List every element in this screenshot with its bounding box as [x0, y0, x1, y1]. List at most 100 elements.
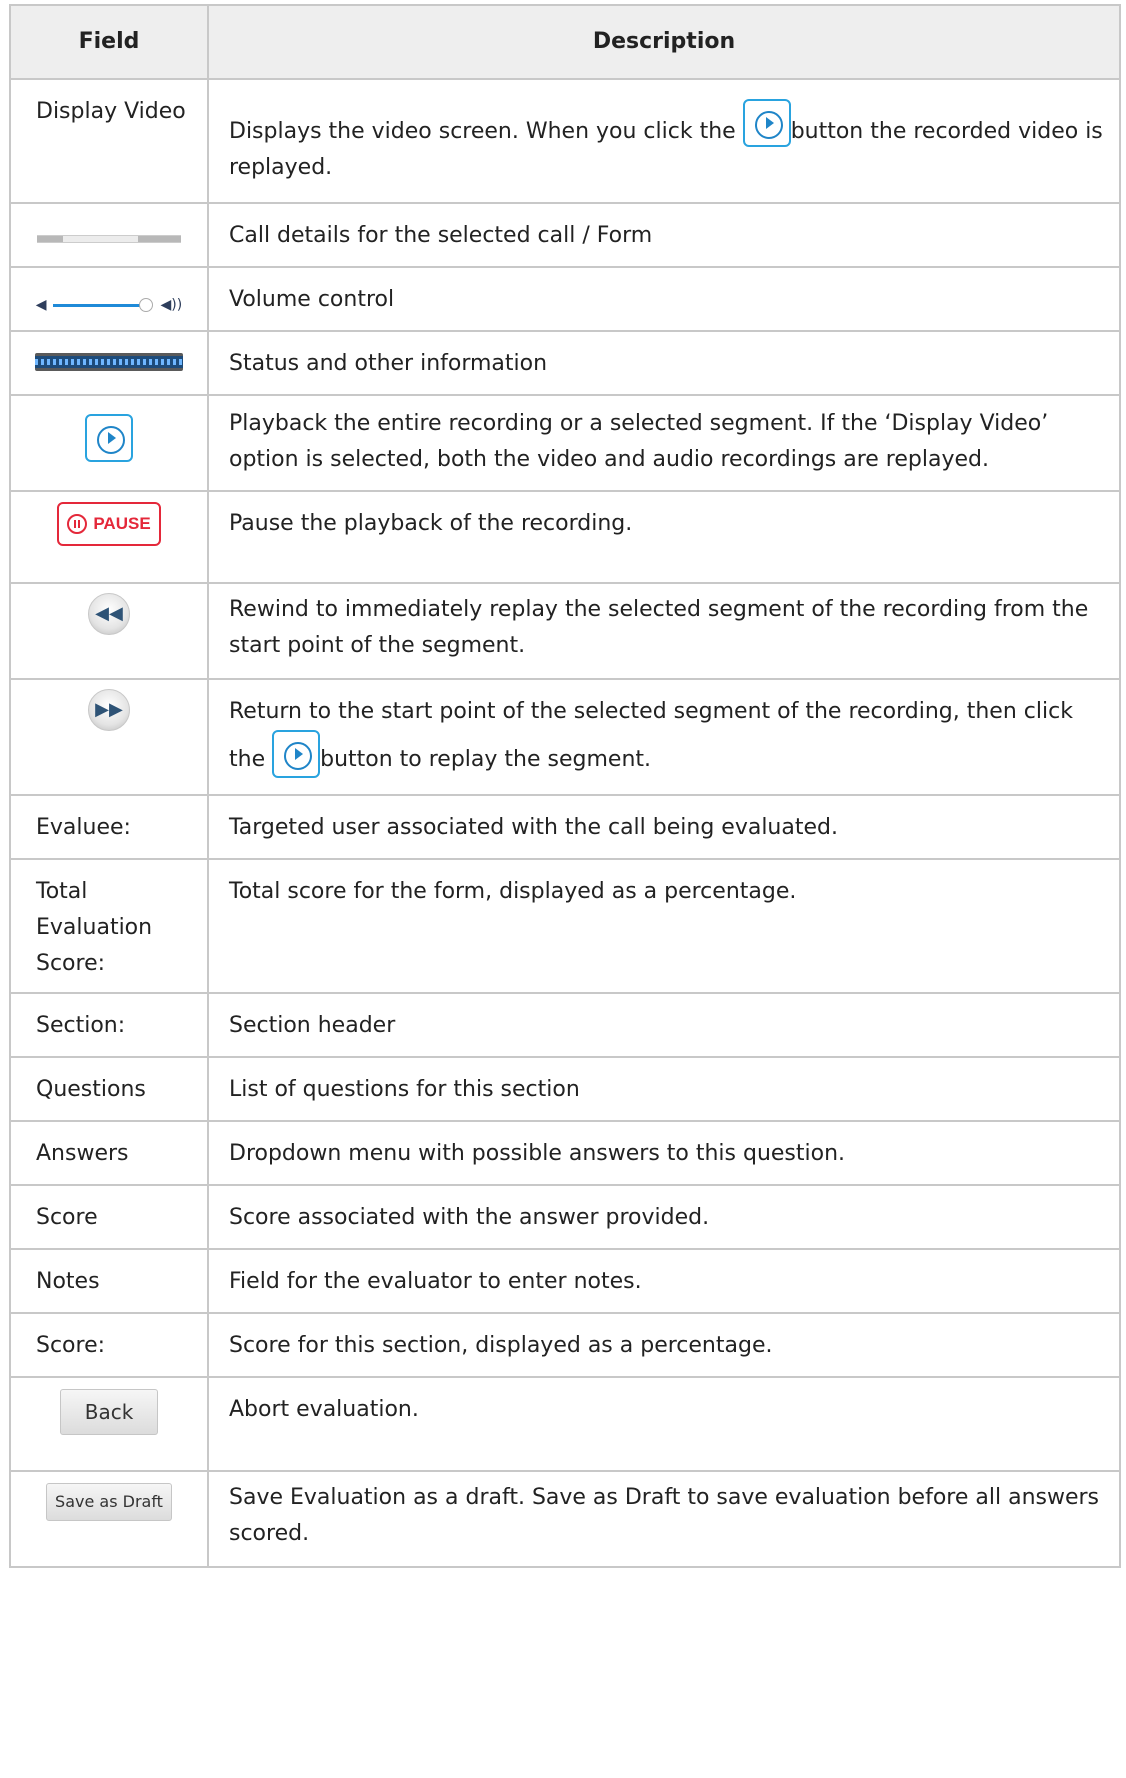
play-icon: [85, 414, 133, 462]
field-cell: Display Video: [9, 78, 209, 204]
description-text: Pause the playback of the recording.: [229, 511, 633, 536]
save-as-draft-button: Save as Draft: [46, 1483, 172, 1521]
description-cell: Status and other information: [207, 330, 1121, 396]
table-row: Notes Field for the evaluator to enter n…: [9, 1248, 1121, 1314]
table-row: ◀ ◀)) Volume control: [9, 266, 1121, 332]
column-header-field: Field: [9, 4, 209, 80]
field-label: Score:: [36, 1333, 106, 1358]
description-cell: Playback the entire recording or a selec…: [207, 394, 1121, 492]
table-row: Save as Draft Save Evaluation as a draft…: [9, 1470, 1121, 1568]
description-cell: Total score for the form, displayed as a…: [207, 858, 1121, 994]
description-text: Save Evaluation as a draft. Save as Draf…: [229, 1485, 1100, 1546]
table-row: Evaluee: Targeted user associated with t…: [9, 794, 1121, 860]
description-cell: Abort evaluation.: [207, 1376, 1121, 1472]
table-row: Status and other information: [9, 330, 1121, 396]
description-cell: Field for the evaluator to enter notes.: [207, 1248, 1121, 1314]
table-row: PAUSE Pause the playback of the recordin…: [9, 490, 1121, 584]
description-cell: Call details for the selected call / For…: [207, 202, 1121, 268]
call-details-strip: [37, 235, 181, 243]
description-cell: Volume control: [207, 266, 1121, 332]
description-cell: Displays the video screen. When you clic…: [207, 78, 1121, 204]
field-label: Total Evaluation Score:: [36, 879, 153, 976]
description-text-cont: button to replay the segment.: [320, 747, 652, 772]
table-row: Back Abort evaluation.: [9, 1376, 1121, 1472]
description-text: Playback the entire recording or a selec…: [229, 411, 1049, 472]
field-label: Score: [36, 1205, 98, 1230]
rewind-icon: ◀◀: [88, 593, 130, 635]
field-cell: ◀ ◀)): [9, 266, 209, 332]
field-cell: Evaluee:: [9, 794, 209, 860]
field-label: Answers: [36, 1141, 129, 1166]
description-cell: Pause the playback of the recording.: [207, 490, 1121, 584]
pause-icon: [67, 514, 88, 534]
pause-button-label: PAUSE: [93, 514, 151, 533]
table-row: Playback the entire recording or a selec…: [9, 394, 1121, 492]
description-text: Rewind to immediately replay the selecte…: [229, 597, 1089, 658]
description-text: Section header: [229, 1013, 396, 1038]
field-cell: Notes: [9, 1248, 209, 1314]
description-text: Dropdown menu with possible answers to t…: [229, 1141, 846, 1166]
speaker-high-icon: ◀)): [160, 297, 183, 313]
description-cell: List of questions for this section: [207, 1056, 1121, 1122]
description-text: List of questions for this section: [229, 1077, 580, 1102]
volume-slider: ◀ ◀)): [36, 287, 182, 323]
description-cell: Targeted user associated with the call b…: [207, 794, 1121, 860]
field-cell: [9, 202, 209, 268]
description-text: Call details for the selected call / For…: [229, 223, 653, 248]
field-label: Display Video: [36, 99, 186, 124]
field-cell: Answers: [9, 1120, 209, 1186]
column-header-description: Description: [207, 4, 1121, 80]
table-header-row: Field Description: [9, 4, 1121, 80]
table-row: Score Score associated with the answer p…: [9, 1184, 1121, 1250]
pause-button: PAUSE: [57, 502, 161, 546]
field-cell: ◀◀: [9, 582, 209, 680]
volume-track: [52, 297, 153, 312]
field-cell: Score: [9, 1184, 209, 1250]
description-text: Field for the evaluator to enter notes.: [229, 1269, 642, 1294]
description-cell: Dropdown menu with possible answers to t…: [207, 1120, 1121, 1186]
play-icon: [742, 99, 791, 147]
description-cell: Rewind to immediately replay the selecte…: [207, 582, 1121, 680]
field-description-table: Field Description Display Video Displays…: [9, 4, 1121, 1568]
description-cell: Score for this section, displayed as a p…: [207, 1312, 1121, 1378]
speaker-low-icon: ◀: [35, 297, 47, 313]
field-cell: Score:: [9, 1312, 209, 1378]
table-row: ◀◀ Rewind to immediately replay the sele…: [9, 582, 1121, 680]
table-row: Answers Dropdown menu with possible answ…: [9, 1120, 1121, 1186]
description-text: Targeted user associated with the call b…: [229, 815, 838, 840]
description-cell: Section header: [207, 992, 1121, 1058]
description-text: Volume control: [229, 287, 395, 312]
field-label: Questions: [36, 1077, 146, 1102]
table-row: Display Video Displays the video screen.…: [9, 78, 1121, 204]
description-text: Score for this section, displayed as a p…: [229, 1333, 773, 1358]
fast-forward-icon: ▶▶: [88, 689, 130, 731]
field-cell: ▶▶: [9, 678, 209, 796]
field-cell: [9, 330, 209, 396]
field-cell: Back: [9, 1376, 209, 1472]
description-text: Total score for the form, displayed as a…: [229, 879, 797, 904]
description-cell: Return to the start point of the selecte…: [207, 678, 1121, 796]
description-text: Displays the video screen. When you clic…: [229, 119, 743, 144]
description-cell: Save Evaluation as a draft. Save as Draf…: [207, 1470, 1121, 1568]
waveform-status-bar: [35, 353, 183, 371]
field-cell: [9, 394, 209, 492]
volume-knob: [138, 297, 153, 312]
field-cell: Questions: [9, 1056, 209, 1122]
field-cell: Section:: [9, 992, 209, 1058]
table-row: Score: Score for this section, displayed…: [9, 1312, 1121, 1378]
description-cell: Score associated with the answer provide…: [207, 1184, 1121, 1250]
table-row: Section: Section header: [9, 992, 1121, 1058]
description-text: Abort evaluation.: [229, 1397, 419, 1422]
description-text: Status and other information: [229, 351, 548, 376]
field-label: Notes: [36, 1269, 100, 1294]
back-button: Back: [60, 1389, 158, 1435]
field-cell: PAUSE: [9, 490, 209, 584]
table-row: Questions List of questions for this sec…: [9, 1056, 1121, 1122]
table-row: ▶▶ Return to the start point of the sele…: [9, 678, 1121, 796]
play-icon: [272, 730, 321, 778]
table-row: Total Evaluation Score: Total score for …: [9, 858, 1121, 994]
field-cell: Save as Draft: [9, 1470, 209, 1568]
field-cell: Total Evaluation Score:: [9, 858, 209, 994]
field-label: Evaluee:: [36, 815, 131, 840]
table-row: Call details for the selected call / For…: [9, 202, 1121, 268]
